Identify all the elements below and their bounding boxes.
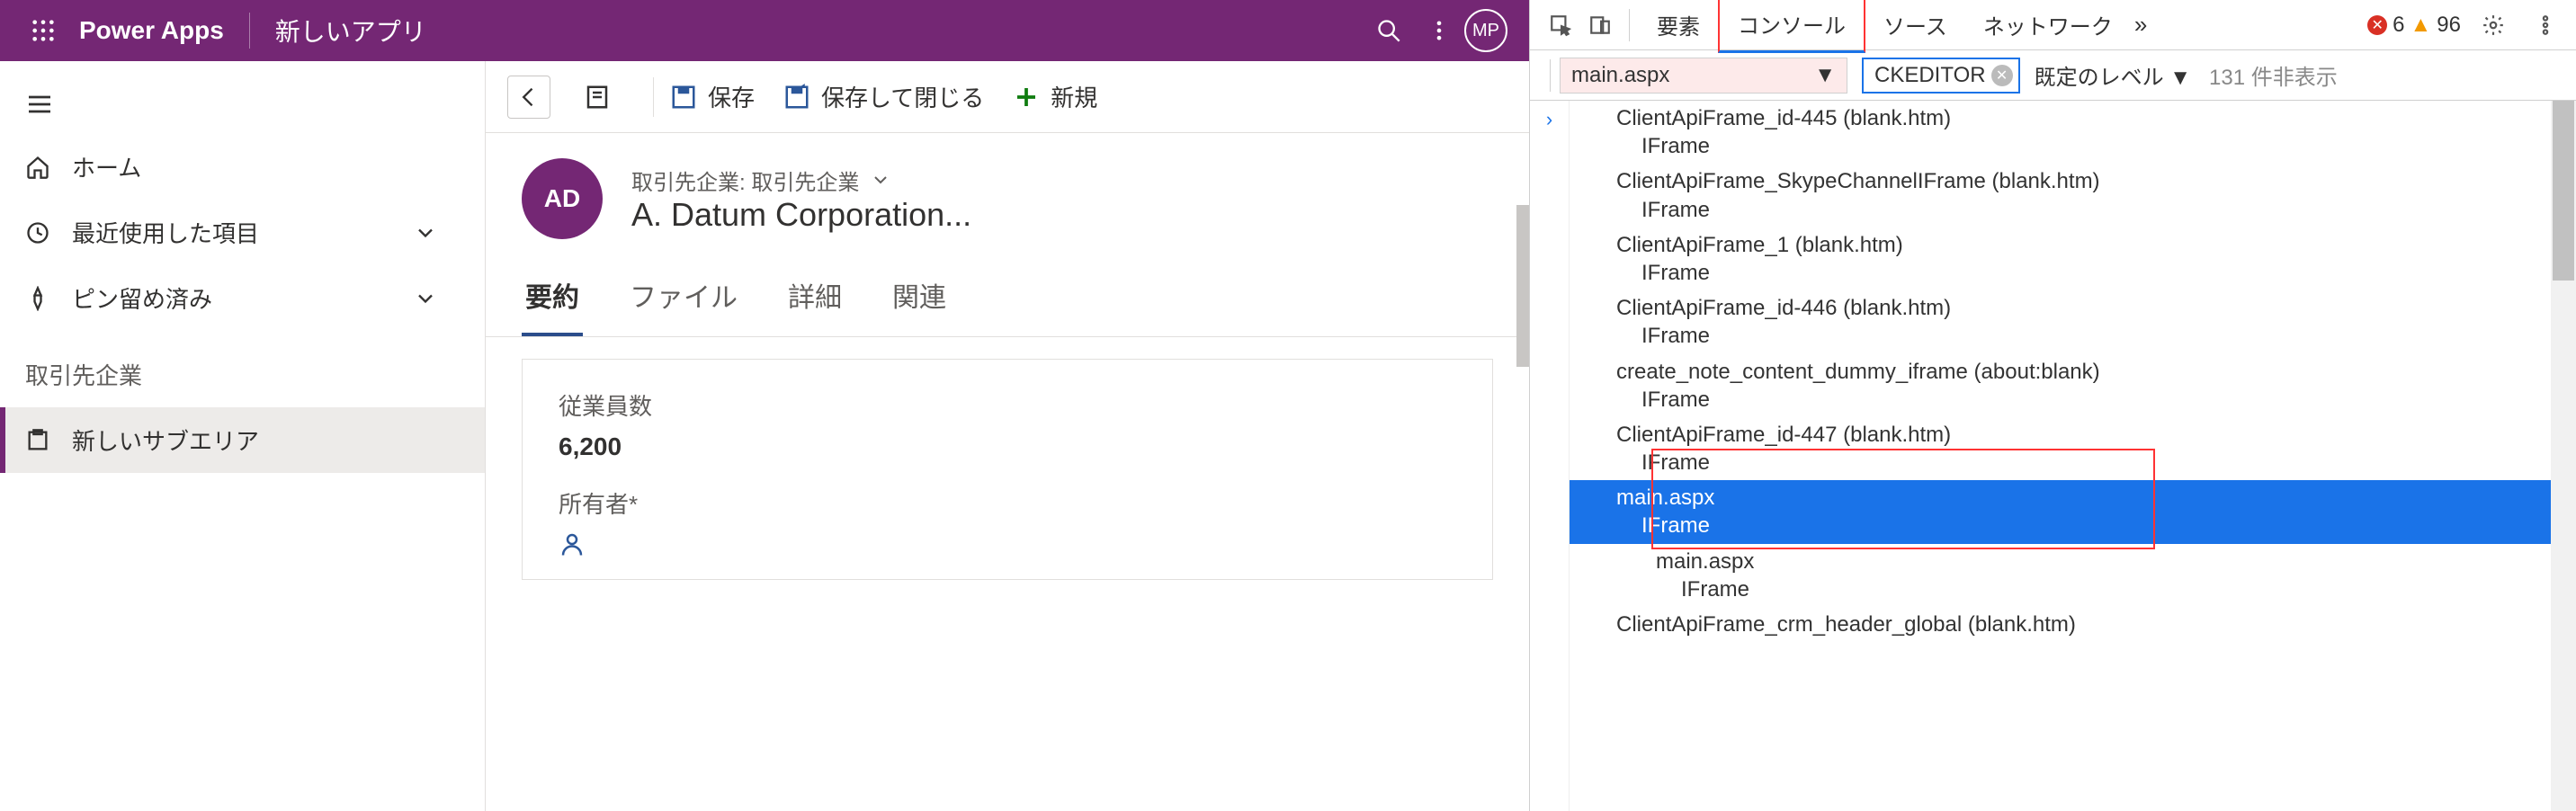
field-value-employees[interactable]: 6,200 xyxy=(559,432,1456,461)
context-value: main.aspx xyxy=(1571,63,1669,88)
chevron-down-icon xyxy=(413,220,438,245)
cmd-label: 保存して閉じる xyxy=(821,80,984,113)
record-type-label: 取引先企業: 取引先企業 xyxy=(631,165,859,196)
cmd-label: 保存 xyxy=(708,80,755,113)
devtab-more[interactable]: » xyxy=(2134,11,2147,39)
divider xyxy=(653,77,654,117)
chevron-down-icon xyxy=(870,169,891,191)
devtab-elements[interactable]: 要素 xyxy=(1639,0,1718,51)
nav-label: ホーム xyxy=(72,150,141,183)
filter-value: CKEDITOR xyxy=(1874,63,1986,88)
nav-recent[interactable]: 最近使用した項目 xyxy=(0,200,485,265)
new-button[interactable]: 新規 xyxy=(1013,80,1097,113)
record-type-selector[interactable]: 取引先企業: 取引先企業 xyxy=(631,165,971,196)
back-button[interactable] xyxy=(507,76,550,119)
hidden-count: 131 件非表示 xyxy=(2209,59,2338,91)
app-title: 新しいアプリ xyxy=(275,13,426,49)
frame-row[interactable]: main.aspxIFrame xyxy=(1570,480,2551,543)
record-name: A. Datum Corporation... xyxy=(631,196,971,234)
nav-pinned[interactable]: ピン留め済み xyxy=(0,265,485,331)
kebab-icon[interactable] xyxy=(2526,5,2565,45)
error-count: 6 xyxy=(2393,13,2404,38)
scrollbar[interactable] xyxy=(2551,101,2576,811)
filter-input[interactable]: CKEDITOR ✕ xyxy=(1862,58,2020,94)
frame-row[interactable]: ClientApiFrame_id-446 (blank.htm)IFrame xyxy=(1570,290,2551,353)
frame-row[interactable]: ClientApiFrame_id-445 (blank.htm)IFrame xyxy=(1570,101,2551,164)
divider xyxy=(249,13,250,49)
level-selector[interactable]: 既定のレベル ▼ xyxy=(2035,59,2191,91)
field-label-employees: 従業員数 xyxy=(559,388,1456,422)
form-icon[interactable] xyxy=(576,76,619,119)
field-label-owner: 所有者* xyxy=(559,486,1456,520)
save-button[interactable]: 保存 xyxy=(670,80,755,113)
dropdown-icon: ▼ xyxy=(1814,63,1836,88)
frame-row[interactable]: ClientApiFrame_1 (blank.htm)IFrame xyxy=(1570,227,2551,290)
warning-count: 96 xyxy=(2437,13,2461,38)
user-avatar[interactable]: MP xyxy=(1464,9,1507,52)
scrollbar-thumb[interactable] xyxy=(2553,101,2574,281)
warning-badge-icon[interactable]: ▲ xyxy=(2411,13,2432,38)
app-launcher-icon[interactable] xyxy=(22,9,65,52)
tab-files[interactable]: ファイル xyxy=(626,264,741,336)
inspect-icon[interactable] xyxy=(1541,5,1580,45)
nav-label: ピン留め済み xyxy=(72,281,212,315)
nav-section-label: 取引先企業 xyxy=(0,331,485,407)
nav-home[interactable]: ホーム xyxy=(0,134,485,200)
frame-row[interactable]: ClientApiFrame_SkypeChannelIFrame (blank… xyxy=(1570,164,2551,227)
error-badge-icon[interactable]: ✕ xyxy=(2367,15,2387,35)
tab-details[interactable]: 詳細 xyxy=(784,264,845,336)
cmd-label: 新規 xyxy=(1051,80,1097,113)
console-prompt-icon[interactable]: › xyxy=(1530,101,1570,811)
nav-label: 最近使用した項目 xyxy=(72,216,259,249)
gear-icon[interactable] xyxy=(2473,5,2513,45)
devtab-sources[interactable]: ソース xyxy=(1865,0,1965,51)
tab-related[interactable]: 関連 xyxy=(889,264,950,336)
field-value-owner[interactable] xyxy=(559,530,1456,557)
frame-row[interactable]: ClientApiFrame_id-447 (blank.htm)IFrame xyxy=(1570,417,2551,480)
frame-row[interactable]: ClientApiFrame_crm_header_global (blank.… xyxy=(1570,607,2551,642)
search-icon[interactable] xyxy=(1364,5,1414,56)
frame-row[interactable]: create_note_content_dummy_iframe (about:… xyxy=(1570,354,2551,417)
frame-row[interactable]: main.aspxIFrame xyxy=(1570,544,2551,607)
overflow-icon[interactable] xyxy=(1457,72,1507,122)
brand-label: Power Apps xyxy=(79,16,224,45)
context-selector[interactable]: main.aspx ▼ xyxy=(1560,58,1847,94)
device-icon[interactable] xyxy=(1580,5,1620,45)
more-icon[interactable] xyxy=(1414,5,1464,56)
devtab-network[interactable]: ネットワーク xyxy=(1965,0,2131,51)
tab-summary[interactable]: 要約 xyxy=(522,264,583,336)
chevron-down-icon xyxy=(413,286,438,311)
save-close-button[interactable]: 保存して閉じる xyxy=(783,80,984,113)
form-card: 従業員数 6,200 所有者* xyxy=(522,359,1493,580)
hamburger-icon[interactable] xyxy=(0,79,485,134)
divider xyxy=(1550,59,1551,92)
nav-new-subarea[interactable]: 新しいサブエリア xyxy=(0,407,485,473)
nav-label: 新しいサブエリア xyxy=(72,423,259,457)
divider xyxy=(1629,9,1630,41)
record-avatar: AD xyxy=(522,158,603,239)
clear-filter-icon[interactable]: ✕ xyxy=(1991,65,2013,86)
devtab-console[interactable]: コンソール xyxy=(1718,0,1865,53)
scrollbar-thumb[interactable] xyxy=(1516,205,1529,367)
